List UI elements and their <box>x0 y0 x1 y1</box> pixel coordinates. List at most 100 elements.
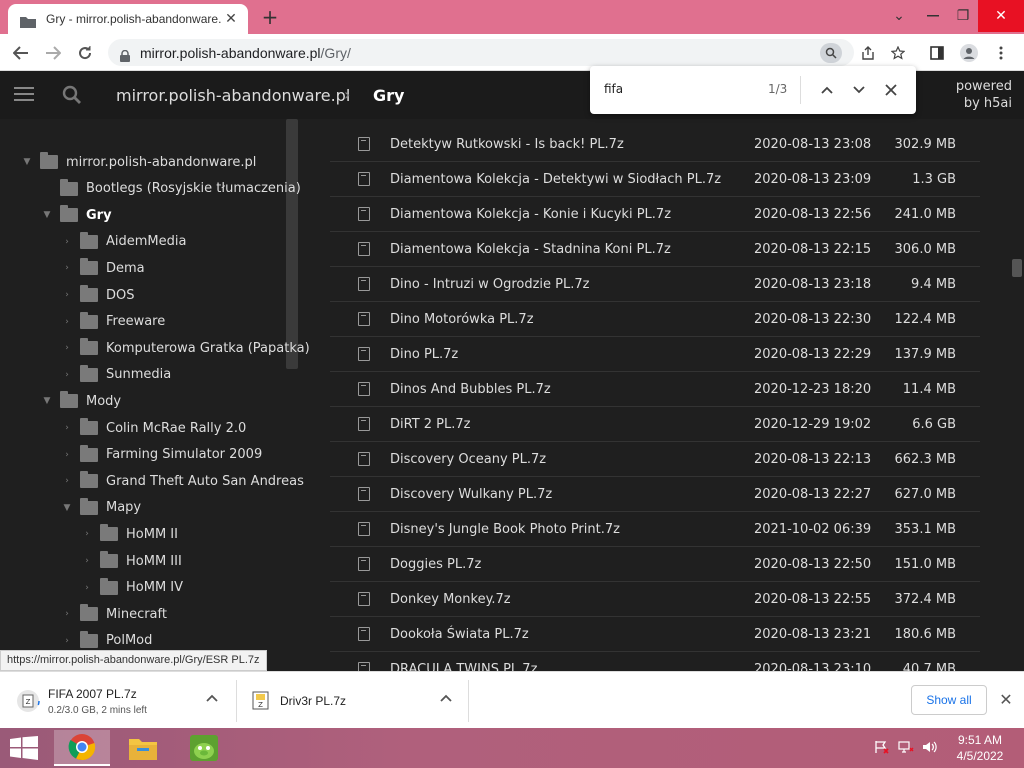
hamburger-menu-icon[interactable] <box>14 87 34 101</box>
forward-button[interactable] <box>40 40 66 66</box>
sidebar-folder-item[interactable]: Bootlegs (Rosyjskie tłumaczenia) <box>40 176 301 202</box>
download-options-chevron-icon[interactable] <box>206 692 218 705</box>
expand-caret-icon[interactable]: ▼ <box>40 210 54 220</box>
restore-button[interactable]: ❐ <box>946 0 980 32</box>
find-next-icon[interactable] <box>848 79 870 101</box>
kebab-menu-icon[interactable] <box>990 43 1012 63</box>
file-row[interactable]: DRACULA TWINS PL.7z 2020-08-13 23:10 40.7 … <box>330 652 980 671</box>
sidebar-folder-item[interactable]: ▼ Mapy <box>60 495 141 521</box>
download-options-chevron-icon[interactable] <box>440 692 452 705</box>
share-icon[interactable] <box>857 43 879 63</box>
file-name[interactable]: Discovery Oceany PL.7z <box>390 452 546 467</box>
download-item[interactable]: Z Driv3r PL.7z <box>252 678 452 724</box>
file-row[interactable]: DiRT 2 PL.7z 2020-12-29 19:02 6.6 GB <box>330 407 980 442</box>
file-row[interactable]: Doggies PL.7z 2020-08-13 22:50 151.0 MB <box>330 547 980 582</box>
expand-caret-icon[interactable]: › <box>60 290 74 300</box>
expand-caret-icon[interactable]: › <box>60 609 74 619</box>
sidebar-scrollbar[interactable] <box>286 119 298 369</box>
file-name[interactable]: Donkey Monkey.7z <box>390 592 511 607</box>
expand-caret-icon[interactable]: › <box>60 317 74 327</box>
search-icon[interactable] <box>62 85 82 105</box>
sidebar-folder-item[interactable]: ▼ mirror.polish-abandonware.pl <box>20 149 256 175</box>
expand-caret-icon[interactable]: › <box>80 529 94 539</box>
file-row[interactable]: Detektyw Rutkowski - Is back! PL.7z 2020-… <box>330 127 980 162</box>
chrome-taskbar-icon[interactable] <box>54 730 110 766</box>
expand-caret-icon[interactable]: › <box>60 263 74 273</box>
expand-caret-icon[interactable]: › <box>60 450 74 460</box>
tab-search-chevron-icon[interactable]: ⌄ <box>882 0 916 32</box>
sidebar-folder-item[interactable]: › Dema <box>60 255 145 281</box>
sidebar-folder-item[interactable]: › HoMM II <box>80 521 178 547</box>
file-row[interactable]: Dookoła Świata PL.7z 2020-08-13 23:21 180.… <box>330 617 980 652</box>
file-row[interactable]: Donkey Monkey.7z 2020-08-13 22:55 372.4 MB <box>330 582 980 617</box>
show-all-downloads-button[interactable]: Show all <box>911 685 987 715</box>
sidebar-folder-item[interactable]: › HoMM III <box>80 548 182 574</box>
expand-caret-icon[interactable]: › <box>60 476 74 486</box>
close-window-button[interactable]: ✕ <box>978 0 1024 32</box>
file-name[interactable]: Disney's Jungle Book Photo Print.7z <box>390 522 620 537</box>
new-tab-button[interactable]: + <box>258 6 282 28</box>
reload-button[interactable] <box>72 40 98 66</box>
file-name[interactable]: Dino - Intruzi w Ogrodzie PL.7z <box>390 277 589 292</box>
file-name[interactable]: DRACULA TWINS PL.7z <box>390 662 537 672</box>
file-row[interactable]: Diamentowa Kolekcja - Stadnina Koni PL.7… <box>330 232 980 267</box>
file-name[interactable]: Dino Motorówka PL.7z <box>390 312 534 327</box>
sidebar-folder-item[interactable]: ▼ Gry <box>40 202 112 228</box>
sidebar-folder-item[interactable]: › Colin McRae Rally 2.0 <box>60 415 246 441</box>
file-row[interactable]: Dino - Intruzi w Ogrodzie PL.7z 2020-08-1… <box>330 267 980 302</box>
sidebar-folder-item[interactable]: › Minecraft <box>60 601 167 627</box>
file-row[interactable]: Diamentowa Kolekcja - Detektywi w Siodła… <box>330 162 980 197</box>
taskbar-clock[interactable]: 9:51 AM 4/5/2022 <box>948 732 1012 764</box>
file-name[interactable]: Detektyw Rutkowski - Is back! PL.7z <box>390 137 624 152</box>
expand-caret-icon[interactable]: ▼ <box>20 157 34 167</box>
file-name[interactable]: Doggies PL.7z <box>390 557 481 572</box>
sidebar-folder-item[interactable]: › AidemMedia <box>60 229 186 255</box>
file-name[interactable]: Diamentowa Kolekcja - Stadnina Koni PL.7… <box>390 242 671 257</box>
page-scrollbar-thumb[interactable] <box>1012 259 1022 277</box>
file-name[interactable]: Discovery Wulkany PL.7z <box>390 487 552 502</box>
file-name[interactable]: Dino PL.7z <box>390 347 458 362</box>
profile-avatar-icon[interactable] <box>958 43 980 63</box>
sidebar-folder-item[interactable]: › HoMM IV <box>80 575 183 601</box>
expand-caret-icon[interactable]: › <box>60 423 74 433</box>
side-panel-icon[interactable] <box>926 43 948 63</box>
file-name[interactable]: Dinos And Bubbles PL.7z <box>390 382 551 397</box>
address-bar[interactable]: mirror.polish-abandonware.pl/Gry/ <box>108 39 854 66</box>
expand-caret-icon[interactable]: › <box>60 343 74 353</box>
expand-caret-icon[interactable]: ▼ <box>40 396 54 406</box>
find-in-page-icon[interactable] <box>820 43 842 63</box>
bookmark-star-icon[interactable] <box>887 43 909 63</box>
file-row[interactable]: Discovery Oceany PL.7z 2020-08-13 22:13 66… <box>330 442 980 477</box>
sidebar-folder-item[interactable]: › Komputerowa Gratka (Papatka) <box>60 335 310 361</box>
file-row[interactable]: Discovery Wulkany PL.7z 2020-08-13 22:27 6… <box>330 477 980 512</box>
breadcrumb-root[interactable]: mirror.polish-abandonware.pl <box>116 86 350 105</box>
action-center-flag-icon[interactable] <box>874 740 890 757</box>
sidebar-folder-item[interactable]: › DOS <box>60 282 135 308</box>
expand-caret-icon[interactable]: ▼ <box>60 503 74 513</box>
file-name[interactable]: DiRT 2 PL.7z <box>390 417 471 432</box>
game-app-taskbar-icon[interactable] <box>176 730 232 766</box>
find-close-icon[interactable] <box>880 79 902 101</box>
find-input[interactable]: fifa <box>604 82 623 96</box>
sidebar-folder-item[interactable]: › Grand Theft Auto San Andreas <box>60 468 304 494</box>
back-button[interactable] <box>8 40 34 66</box>
file-row[interactable]: Diamentowa Kolekcja - Konie i Kucyki PL.… <box>330 197 980 232</box>
sidebar-folder-item[interactable]: › Farming Simulator 2009 <box>60 442 262 468</box>
file-name[interactable]: Diamentowa Kolekcja - Konie i Kucyki PL.… <box>390 207 671 222</box>
file-row[interactable]: Dino PL.7z 2020-08-13 22:29 137.9 MB <box>330 337 980 372</box>
tab-close-icon[interactable]: ✕ <box>222 11 240 27</box>
expand-caret-icon[interactable]: › <box>80 556 94 566</box>
expand-caret-icon[interactable]: › <box>60 636 74 646</box>
sidebar-folder-item[interactable]: › Sunmedia <box>60 362 171 388</box>
windows-start-icon[interactable] <box>10 736 38 760</box>
sidebar-folder-item[interactable]: › Freeware <box>60 309 165 335</box>
download-item[interactable]: Z FIFA 2007 PL.7z 0.2/3.0 GB, 2 mins lef… <box>16 678 230 724</box>
file-row[interactable]: Disney's Jungle Book Photo Print.7z 2021-… <box>330 512 980 547</box>
find-previous-icon[interactable] <box>816 79 838 101</box>
close-download-shelf-icon[interactable]: ✕ <box>996 690 1016 709</box>
file-explorer-taskbar-icon[interactable] <box>115 730 171 766</box>
minimize-button[interactable] <box>916 0 950 32</box>
browser-tab[interactable]: Gry - mirror.polish-abandonware.pl/Gry/ … <box>8 4 248 34</box>
breadcrumb-current[interactable]: Gry <box>373 86 404 105</box>
volume-icon[interactable] <box>922 740 938 757</box>
